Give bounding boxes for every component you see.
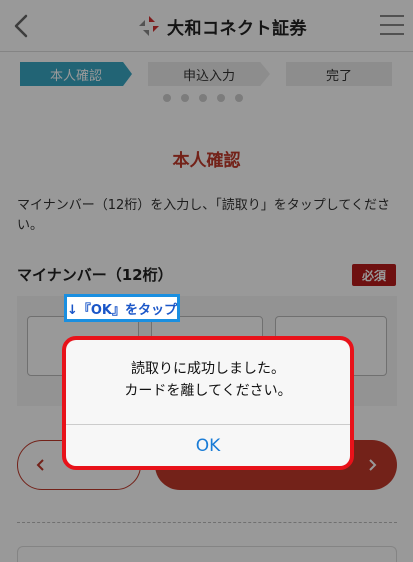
annotation-callout: ↓『OK』をタップ [64, 294, 180, 322]
ok-button[interactable]: OK [66, 425, 350, 466]
dialog-message: 読取りに成功しました。 カードを離してください。 [66, 358, 350, 402]
modal-overlay [0, 0, 413, 562]
dialog-message-line1: 読取りに成功しました。 [131, 361, 285, 377]
dialog-message-line2: カードを離してください。 [124, 383, 292, 399]
alert-dialog: 読取りに成功しました。 カードを離してください。 OK [66, 340, 350, 466]
